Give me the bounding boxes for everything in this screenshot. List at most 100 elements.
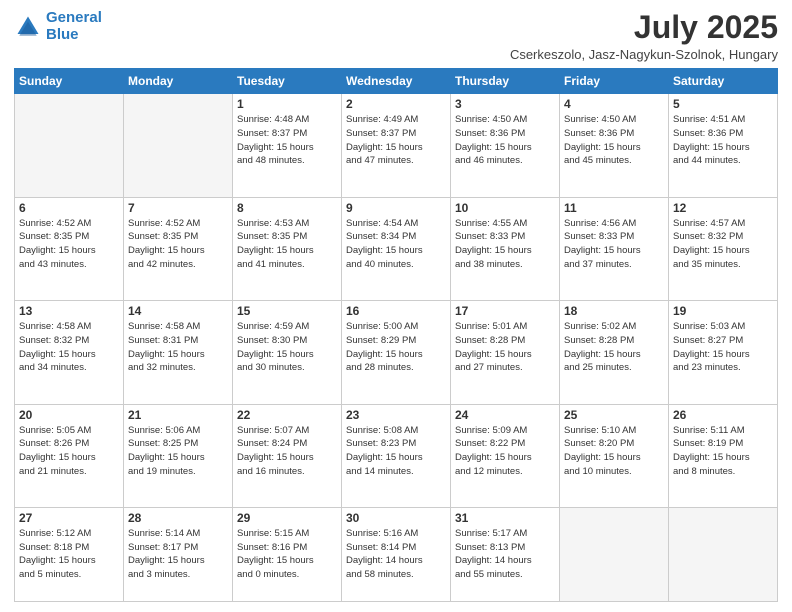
weekday-header-row: SundayMondayTuesdayWednesdayThursdayFrid… — [15, 69, 778, 94]
calendar-cell: 7 Sunrise: 4:52 AM Sunset: 8:35 PM Daylig… — [124, 197, 233, 300]
page: General Blue July 2025 Cserkeszolo, Jasz… — [0, 0, 792, 612]
calendar-cell: 4 Sunrise: 4:50 AM Sunset: 8:36 PM Daylig… — [560, 94, 669, 197]
day-number: 20 — [19, 408, 119, 422]
header: General Blue July 2025 Cserkeszolo, Jasz… — [14, 10, 778, 62]
calendar-cell: 26 Sunrise: 5:11 AM Sunset: 8:19 PM Dayli… — [669, 404, 778, 507]
calendar-cell: 5 Sunrise: 4:51 AM Sunset: 8:36 PM Daylig… — [669, 94, 778, 197]
calendar-cell: 17Sunrise: 5:01 AM Sunset: 8:28 PM Dayli… — [451, 301, 560, 404]
day-info: Sunrise: 4:50 AM Sunset: 8:36 PM Dayligh… — [455, 113, 555, 168]
day-number: 7 — [128, 201, 228, 215]
day-number: 16 — [346, 304, 446, 318]
day-number: 13 — [19, 304, 119, 318]
day-number: 19 — [673, 304, 773, 318]
day-number: 25 — [564, 408, 664, 422]
calendar-cell — [669, 507, 778, 601]
location-subtitle: Cserkeszolo, Jasz-Nagykun-Szolnok, Hunga… — [510, 47, 778, 62]
calendar-cell: 14Sunrise: 4:58 AM Sunset: 8:31 PM Dayli… — [124, 301, 233, 404]
calendar: SundayMondayTuesdayWednesdayThursdayFrid… — [14, 68, 778, 602]
calendar-cell: 8 Sunrise: 4:53 AM Sunset: 8:35 PM Daylig… — [233, 197, 342, 300]
day-info: Sunrise: 4:51 AM Sunset: 8:36 PM Dayligh… — [673, 113, 773, 168]
logo: General Blue — [14, 10, 102, 43]
day-info: Sunrise: 5:11 AM Sunset: 8:19 PM Dayligh… — [673, 424, 773, 479]
day-number: 9 — [346, 201, 446, 215]
day-number: 31 — [455, 511, 555, 525]
day-number: 3 — [455, 97, 555, 111]
day-info: Sunrise: 4:55 AM Sunset: 8:33 PM Dayligh… — [455, 217, 555, 272]
calendar-cell: 9 Sunrise: 4:54 AM Sunset: 8:34 PM Daylig… — [342, 197, 451, 300]
month-title: July 2025 — [510, 10, 778, 45]
weekday-header-monday: Monday — [124, 69, 233, 94]
calendar-cell: 13 Sunrise: 4:58 AM Sunset: 8:32 PM Dayli… — [15, 301, 124, 404]
day-number: 2 — [346, 97, 446, 111]
day-info: Sunrise: 4:57 AM Sunset: 8:32 PM Dayligh… — [673, 217, 773, 272]
day-info: Sunrise: 4:50 AM Sunset: 8:36 PM Dayligh… — [564, 113, 664, 168]
day-number: 26 — [673, 408, 773, 422]
day-number: 11 — [564, 201, 664, 215]
calendar-cell: 31 Sunrise: 5:17 AM Sunset: 8:13 PM Dayli… — [451, 507, 560, 601]
day-number: 10 — [455, 201, 555, 215]
day-number: 8 — [237, 201, 337, 215]
calendar-cell — [15, 94, 124, 197]
calendar-cell: 27Sunrise: 5:12 AM Sunset: 8:18 PM Dayli… — [15, 507, 124, 601]
week-row-4: 20 Sunrise: 5:05 AM Sunset: 8:26 PM Dayli… — [15, 404, 778, 507]
calendar-cell: 16 Sunrise: 5:00 AM Sunset: 8:29 PM Dayli… — [342, 301, 451, 404]
calendar-cell: 18Sunrise: 5:02 AM Sunset: 8:28 PM Dayli… — [560, 301, 669, 404]
calendar-cell: 12 Sunrise: 4:57 AM Sunset: 8:32 PM Dayli… — [669, 197, 778, 300]
day-number: 23 — [346, 408, 446, 422]
day-info: Sunrise: 4:52 AM Sunset: 8:35 PM Dayligh… — [128, 217, 228, 272]
day-info: Sunrise: 5:07 AM Sunset: 8:24 PM Dayligh… — [237, 424, 337, 479]
week-row-1: 1Sunrise: 4:48 AM Sunset: 8:37 PM Daylig… — [15, 94, 778, 197]
calendar-cell: 20 Sunrise: 5:05 AM Sunset: 8:26 PM Dayli… — [15, 404, 124, 507]
week-row-3: 13 Sunrise: 4:58 AM Sunset: 8:32 PM Dayli… — [15, 301, 778, 404]
day-number: 5 — [673, 97, 773, 111]
calendar-cell: 28Sunrise: 5:14 AM Sunset: 8:17 PM Dayli… — [124, 507, 233, 601]
day-info: Sunrise: 5:00 AM Sunset: 8:29 PM Dayligh… — [346, 320, 446, 375]
day-info: Sunrise: 5:05 AM Sunset: 8:26 PM Dayligh… — [19, 424, 119, 479]
weekday-header-friday: Friday — [560, 69, 669, 94]
day-number: 28 — [128, 511, 228, 525]
day-number: 17 — [455, 304, 555, 318]
day-info: Sunrise: 5:08 AM Sunset: 8:23 PM Dayligh… — [346, 424, 446, 479]
day-number: 4 — [564, 97, 664, 111]
day-info: Sunrise: 5:10 AM Sunset: 8:20 PM Dayligh… — [564, 424, 664, 479]
calendar-cell: 6 Sunrise: 4:52 AM Sunset: 8:35 PM Daylig… — [15, 197, 124, 300]
day-number: 27 — [19, 511, 119, 525]
day-number: 6 — [19, 201, 119, 215]
day-info: Sunrise: 5:09 AM Sunset: 8:22 PM Dayligh… — [455, 424, 555, 479]
day-number: 30 — [346, 511, 446, 525]
day-number: 1 — [237, 97, 337, 111]
logo-icon — [14, 13, 42, 41]
day-info: Sunrise: 4:53 AM Sunset: 8:35 PM Dayligh… — [237, 217, 337, 272]
day-number: 18 — [564, 304, 664, 318]
calendar-cell: 1Sunrise: 4:48 AM Sunset: 8:37 PM Daylig… — [233, 94, 342, 197]
weekday-header-saturday: Saturday — [669, 69, 778, 94]
day-info: Sunrise: 4:54 AM Sunset: 8:34 PM Dayligh… — [346, 217, 446, 272]
calendar-cell: 19Sunrise: 5:03 AM Sunset: 8:27 PM Dayli… — [669, 301, 778, 404]
logo-text: General Blue — [46, 10, 102, 43]
title-block: July 2025 Cserkeszolo, Jasz-Nagykun-Szol… — [510, 10, 778, 62]
day-info: Sunrise: 4:58 AM Sunset: 8:32 PM Dayligh… — [19, 320, 119, 375]
day-number: 12 — [673, 201, 773, 215]
calendar-cell: 22Sunrise: 5:07 AM Sunset: 8:24 PM Dayli… — [233, 404, 342, 507]
calendar-cell: 11Sunrise: 4:56 AM Sunset: 8:33 PM Dayli… — [560, 197, 669, 300]
day-info: Sunrise: 5:17 AM Sunset: 8:13 PM Dayligh… — [455, 527, 555, 582]
calendar-cell — [560, 507, 669, 601]
week-row-2: 6 Sunrise: 4:52 AM Sunset: 8:35 PM Daylig… — [15, 197, 778, 300]
day-info: Sunrise: 5:16 AM Sunset: 8:14 PM Dayligh… — [346, 527, 446, 582]
weekday-header-tuesday: Tuesday — [233, 69, 342, 94]
day-number: 15 — [237, 304, 337, 318]
weekday-header-wednesday: Wednesday — [342, 69, 451, 94]
calendar-cell: 3 Sunrise: 4:50 AM Sunset: 8:36 PM Daylig… — [451, 94, 560, 197]
day-number: 21 — [128, 408, 228, 422]
weekday-header-sunday: Sunday — [15, 69, 124, 94]
day-info: Sunrise: 4:52 AM Sunset: 8:35 PM Dayligh… — [19, 217, 119, 272]
calendar-cell: 30 Sunrise: 5:16 AM Sunset: 8:14 PM Dayli… — [342, 507, 451, 601]
day-info: Sunrise: 4:59 AM Sunset: 8:30 PM Dayligh… — [237, 320, 337, 375]
day-info: Sunrise: 4:49 AM Sunset: 8:37 PM Dayligh… — [346, 113, 446, 168]
day-info: Sunrise: 5:06 AM Sunset: 8:25 PM Dayligh… — [128, 424, 228, 479]
calendar-cell: 21 Sunrise: 5:06 AM Sunset: 8:25 PM Dayli… — [124, 404, 233, 507]
calendar-cell: 25 Sunrise: 5:10 AM Sunset: 8:20 PM Dayli… — [560, 404, 669, 507]
calendar-cell: 10 Sunrise: 4:55 AM Sunset: 8:33 PM Dayli… — [451, 197, 560, 300]
calendar-cell: 24Sunrise: 5:09 AM Sunset: 8:22 PM Dayli… — [451, 404, 560, 507]
day-info: Sunrise: 5:15 AM Sunset: 8:16 PM Dayligh… — [237, 527, 337, 582]
